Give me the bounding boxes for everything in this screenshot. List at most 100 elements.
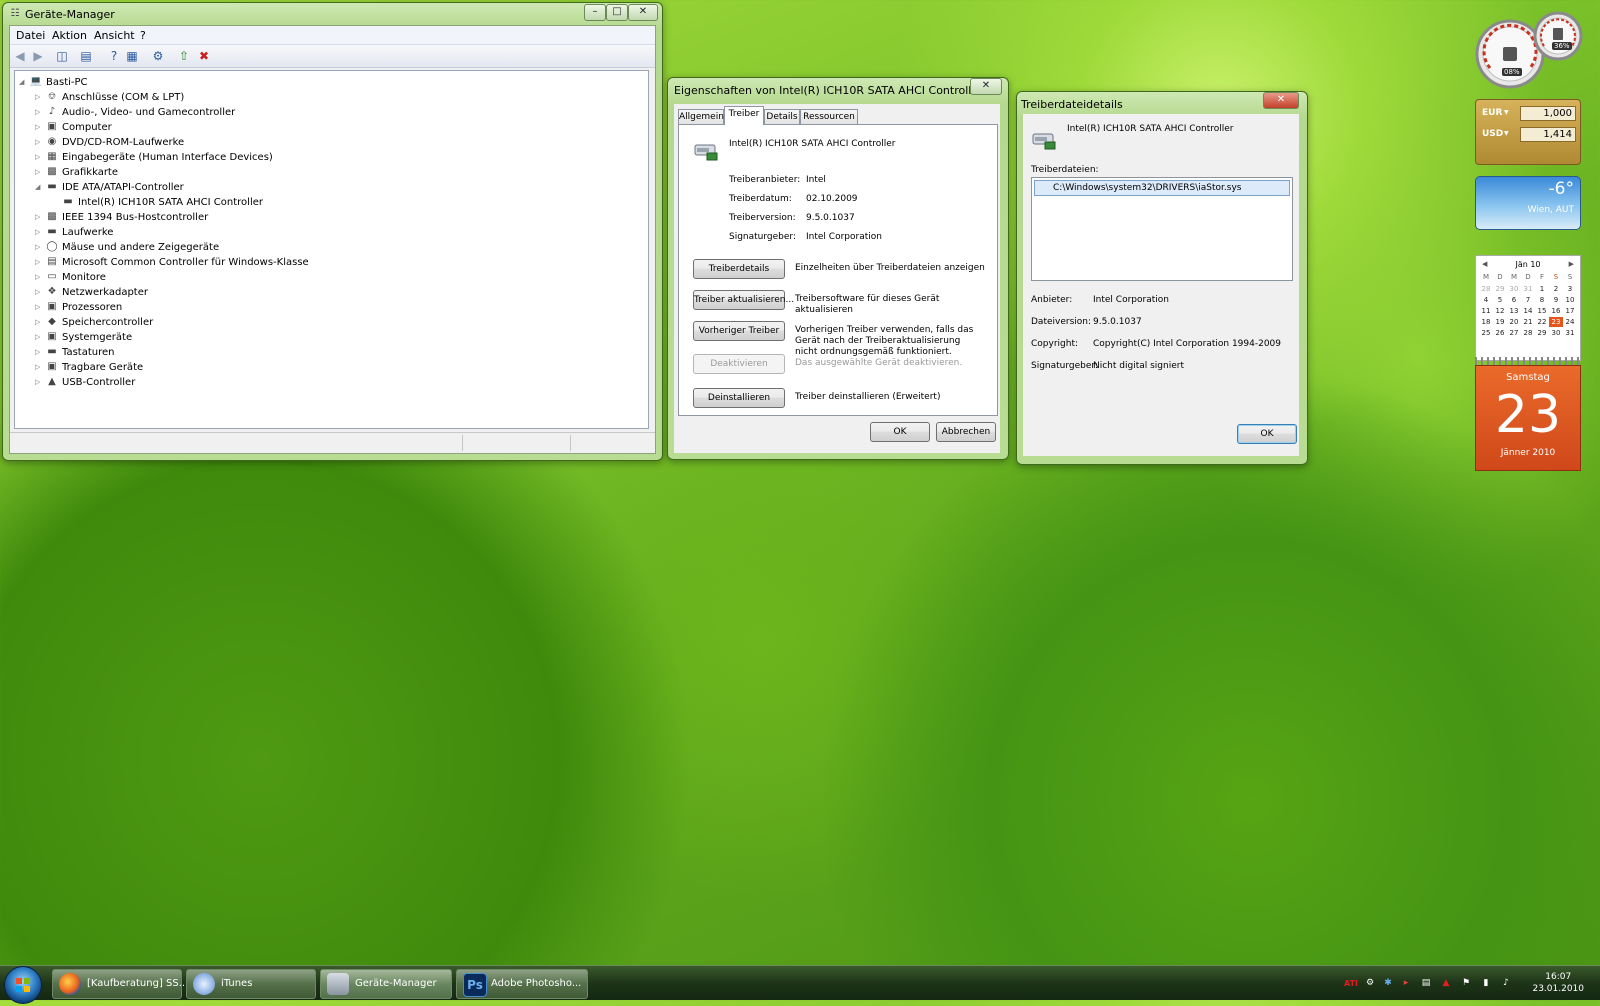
calendar-day[interactable]: 30 — [1549, 328, 1563, 338]
tree-category[interactable]: ▷ ▬ Laufwerke — [35, 225, 113, 240]
tree-category[interactable]: ▷ ▣ Tragbare Geräte — [35, 360, 143, 375]
scan-hardware-icon[interactable]: ⚙ — [150, 48, 166, 64]
properties-icon[interactable]: ▤ — [78, 48, 94, 64]
tree-category[interactable]: ▷ ◉ DVD/CD-ROM-Laufwerke — [35, 135, 184, 150]
expand-arrow-icon[interactable]: ▷ — [35, 135, 45, 150]
expand-arrow-icon[interactable]: ▷ — [35, 375, 45, 390]
tree-root[interactable]: ◢ 💻 Basti-PC — [19, 75, 88, 90]
expand-arrow-icon[interactable]: ▷ — [35, 90, 45, 105]
tree-category[interactable]: ▷ ❖ Netzwerkadapter — [35, 285, 148, 300]
uninstall-icon[interactable]: ✖ — [196, 48, 212, 64]
calendar-day[interactable]: 28 — [1521, 328, 1535, 338]
currency-code-eur[interactable]: EUR — [1482, 108, 1502, 118]
signal-icon[interactable]: ▮ — [1480, 978, 1492, 989]
task-firefox[interactable]: [Kaufberatung] SS... — [52, 969, 188, 999]
device-tree[interactable]: ◢ 💻 Basti-PC ▷ ⎊ Anschlüsse (COM & LPT) ▷ ♪ Aud… — [14, 70, 649, 429]
calendar-day[interactable]: 10 — [1563, 295, 1577, 305]
tab-treiber[interactable]: Treiber — [724, 106, 764, 125]
cpu-meter-gadget[interactable]: 08% 36% — [1474, 8, 1584, 90]
calendar-day[interactable]: 17 — [1563, 306, 1577, 316]
tree-category[interactable]: ▷ ▦ Eingabegeräte (Human Interface Devices… — [35, 150, 273, 165]
calendar-day[interactable]: 19 — [1493, 317, 1507, 327]
expand-arrow-icon[interactable]: ▷ — [35, 240, 45, 255]
calendar-day[interactable]: 27 — [1507, 328, 1521, 338]
calendar-day[interactable]: 20 — [1507, 317, 1521, 327]
tree-category[interactable]: ▷ ▩ Grafikkarte — [35, 165, 118, 180]
calendar-day[interactable]: 29 — [1493, 284, 1507, 294]
calendar-day[interactable]: 26 — [1493, 328, 1507, 338]
task-device-manager[interactable]: Geräte-Manager — [320, 969, 452, 999]
action-button[interactable]: Vorheriger Treiber — [693, 321, 785, 341]
forward-icon[interactable]: ▶ — [30, 48, 46, 64]
tree-category[interactable]: ◢ ▬ IDE ATA/ATAPI-Controller — [35, 180, 184, 195]
next-month-icon[interactable]: ▶ — [1569, 260, 1574, 268]
driver-file-item[interactable]: C:\Windows\system32\DRIVERS\iaStor.sys — [1034, 180, 1290, 196]
tab-details[interactable]: Details — [764, 109, 800, 125]
expand-arrow-icon[interactable]: ▷ — [35, 345, 45, 360]
calendar-day[interactable]: 22 — [1535, 317, 1549, 327]
expand-arrow-icon[interactable]: ▷ — [35, 120, 45, 135]
action-button[interactable]: Deinstallieren — [693, 388, 785, 408]
ok-button[interactable]: OK — [870, 422, 930, 442]
network-tray-icon[interactable]: ⚙ — [1364, 978, 1376, 989]
collapse-arrow-icon[interactable]: ◢ — [19, 75, 29, 90]
expand-arrow-icon[interactable]: ▷ — [35, 270, 45, 285]
action-button[interactable]: Deaktivieren — [693, 354, 785, 374]
tree-category[interactable]: ▷ ▤ Microsoft Common Controller für Window… — [35, 255, 309, 270]
volume-icon[interactable]: ♪ — [1500, 978, 1512, 989]
close-button[interactable]: ✕ — [628, 4, 658, 21]
bluetooth-icon[interactable]: ✱ — [1382, 978, 1394, 989]
calendar-day[interactable]: 16 — [1549, 306, 1563, 316]
calendar-day[interactable]: 13 — [1507, 306, 1521, 316]
tree-category[interactable]: ▷ ▬ Tastaturen — [35, 345, 114, 360]
speaker-tray-icon[interactable]: ▸ — [1400, 978, 1412, 989]
tree-category[interactable]: ▷ ▲ USB-Controller — [35, 375, 135, 390]
calendar-day[interactable]: 15 — [1535, 306, 1549, 316]
menu-aktion[interactable]: Aktion — [52, 29, 87, 42]
start-button[interactable] — [4, 966, 42, 1004]
tree-category[interactable]: ▷ ▣ Systemgeräte — [35, 330, 132, 345]
tree-category[interactable]: ▷ ▣ Prozessoren — [35, 300, 122, 315]
update-driver-icon[interactable]: ⇧ — [176, 48, 192, 64]
calendar-day[interactable]: 24 — [1563, 317, 1577, 327]
collapse-arrow-icon[interactable]: ◢ — [35, 180, 45, 195]
tree-category[interactable]: ▷ ◯ Mäuse und andere Zeigegeräte — [35, 240, 219, 255]
ok-button[interactable]: OK — [1237, 424, 1297, 444]
expand-arrow-icon[interactable]: ▷ — [35, 330, 45, 345]
calendar-day[interactable]: 12 — [1493, 306, 1507, 316]
device-manager-titlebar[interactable]: ☷ Geräte-Manager – □ ✕ — [3, 3, 662, 27]
close-button[interactable]: ✕ — [970, 78, 1002, 95]
calendar-day[interactable]: 18 — [1479, 317, 1493, 327]
action-button[interactable]: Treiber aktualisieren... — [693, 290, 794, 310]
calendar-day[interactable]: 7 — [1521, 295, 1535, 305]
calendar-day[interactable]: 25 — [1479, 328, 1493, 338]
tab-allgemein[interactable]: Allgemein — [678, 109, 724, 125]
expand-arrow-icon[interactable]: ▷ — [35, 210, 45, 225]
currency-value-eur[interactable]: 1,000 — [1520, 106, 1576, 121]
printer-icon[interactable]: ▤ — [1420, 978, 1432, 989]
expand-arrow-icon[interactable]: ▷ — [35, 255, 45, 270]
calendar-day[interactable]: 5 — [1493, 295, 1507, 305]
calendar-day[interactable]: 31 — [1521, 284, 1535, 294]
calendar-day[interactable]: 9 — [1549, 295, 1563, 305]
back-icon[interactable]: ◀ — [12, 48, 28, 64]
weather-gadget[interactable]: -6° Wien, AUT — [1475, 176, 1581, 230]
ati-icon[interactable]: ATI — [1344, 978, 1358, 989]
task-itunes[interactable]: iTunes — [186, 969, 316, 999]
action-button[interactable]: Treiberdetails — [693, 259, 785, 279]
help-icon[interactable]: ? — [106, 48, 122, 64]
menu-help[interactable]: ? — [140, 29, 146, 42]
tree-category[interactable]: ▷ ▣ Computer — [35, 120, 112, 135]
menu-datei[interactable]: Datei — [16, 29, 45, 42]
calendar-day[interactable]: 11 — [1479, 306, 1493, 316]
expand-arrow-icon[interactable]: ▷ — [35, 360, 45, 375]
dropdown-arrow-icon[interactable]: ▼ — [1504, 109, 1509, 116]
calendar-day[interactable]: 21 — [1521, 317, 1535, 327]
tree-category[interactable]: ▷ ⎊ Anschlüsse (COM & LPT) — [35, 90, 184, 105]
calendar-day[interactable]: 1 — [1535, 284, 1549, 294]
antivirus-icon[interactable]: ▲ — [1440, 978, 1452, 989]
calendar-day[interactable]: 6 — [1507, 295, 1521, 305]
cancel-button[interactable]: Abbrechen — [936, 422, 996, 442]
expand-arrow-icon[interactable]: ▷ — [35, 165, 45, 180]
currency-code-usd[interactable]: USD — [1482, 129, 1503, 139]
